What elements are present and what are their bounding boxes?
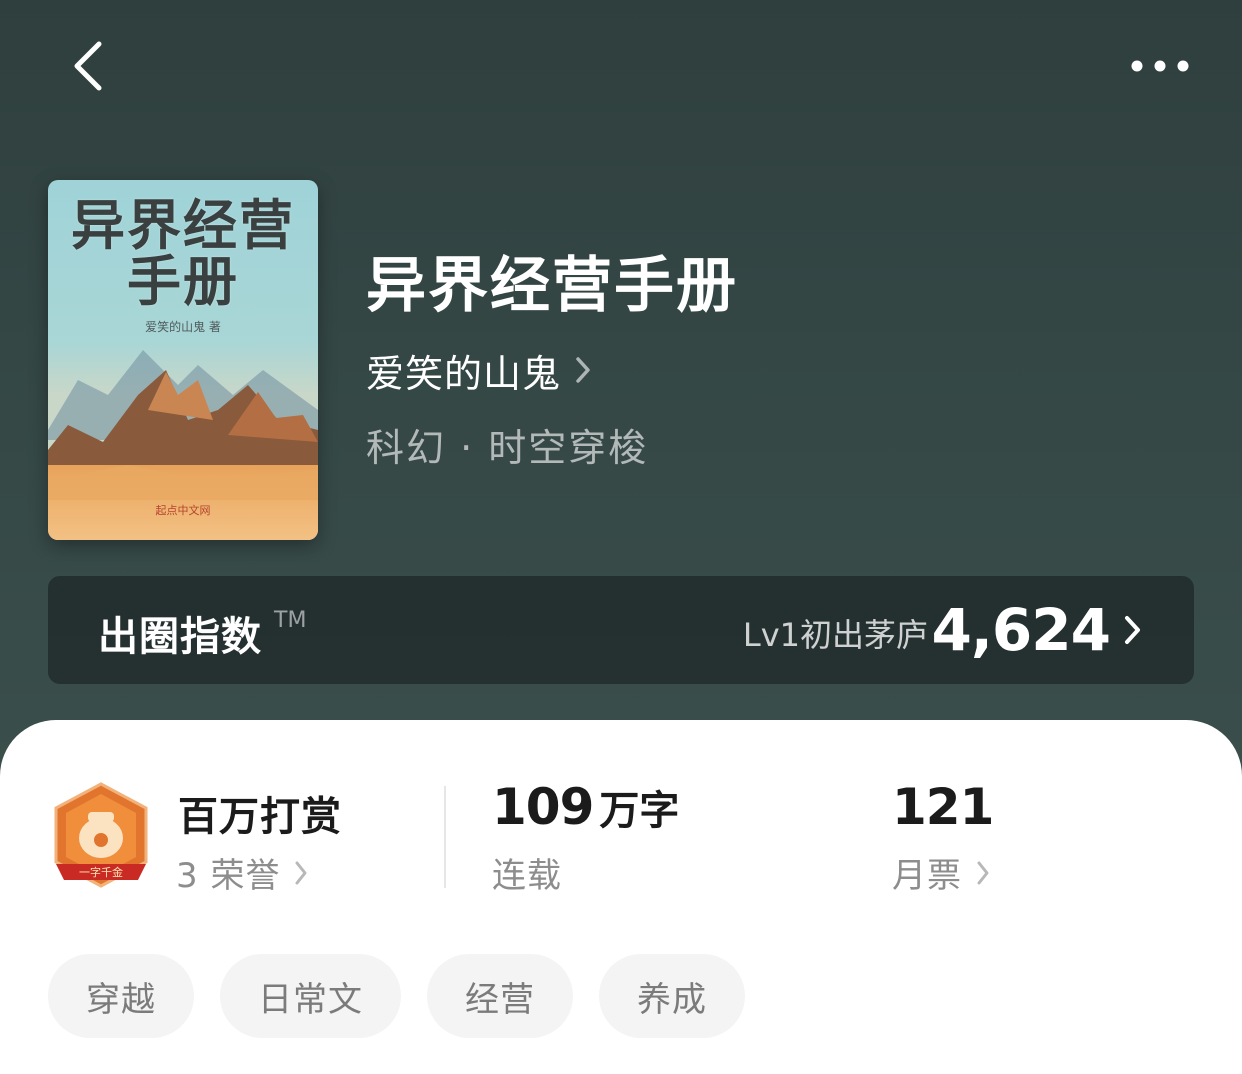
reward-honors-link[interactable]: 3 荣誉 xyxy=(176,848,308,897)
book-genre: 科幻 · 时空穿梭 xyxy=(366,426,649,470)
stat-divider xyxy=(444,786,446,888)
more-dots-icon xyxy=(1131,60,1189,72)
trademark-mark: TM xyxy=(274,608,307,633)
reward-honors-label: 3 荣誉 xyxy=(176,856,281,896)
more-button[interactable] xyxy=(1120,40,1200,92)
tag-chip[interactable]: 经营 xyxy=(427,954,573,1038)
book-title: 异界经营手册 xyxy=(366,251,738,321)
cover-publisher-logo: 起点中文网 xyxy=(155,504,211,517)
tag-list: 穿越 日常文 经营 养成 xyxy=(48,954,745,1038)
book-cover[interactable]: 异界经营手册 爱笑的山鬼 著 起点中文网 xyxy=(48,180,318,540)
tag-chip[interactable]: 日常文 xyxy=(220,954,401,1038)
book-header: 异界经营手册 爱笑的山鬼 著 起点中文网 异界经营手册 爱笑的山鬼 科幻 · 时… xyxy=(0,0,1242,780)
cover-title: 异界经营手册 xyxy=(71,194,295,313)
author-name: 爱笑的山鬼 xyxy=(366,351,562,396)
index-value: 4,624 xyxy=(931,596,1111,664)
chevron-right-icon xyxy=(1125,616,1140,644)
monthly-votes-label: 月票 xyxy=(892,856,962,896)
monthly-votes: 121 xyxy=(892,778,994,836)
word-count-unit: 万字 xyxy=(599,788,680,834)
back-button[interactable] xyxy=(58,36,118,96)
cover-author: 爱笑的山鬼 著 xyxy=(145,320,221,334)
chevron-left-icon xyxy=(74,41,102,91)
monthly-votes-link[interactable]: 月票 xyxy=(892,848,990,897)
chevron-right-icon xyxy=(576,357,590,383)
reward-title: 百万打赏 xyxy=(178,794,342,840)
index-label: 出圈指数 xyxy=(98,614,262,660)
tag-chip[interactable]: 养成 xyxy=(599,954,745,1038)
popularity-index-bar[interactable]: 出圈指数 TM Lv1初出茅庐 4,624 xyxy=(48,576,1194,684)
author-link[interactable]: 爱笑的山鬼 xyxy=(366,344,591,396)
chevron-right-icon xyxy=(977,861,989,884)
reward-badge-icon[interactable]: 一字千金 xyxy=(50,780,152,892)
word-count: 109 万字 xyxy=(492,778,679,836)
serial-status: 连载 xyxy=(492,856,562,896)
index-level: Lv1初出茅庐 xyxy=(742,616,928,654)
word-count-number: 109 xyxy=(492,778,594,836)
badge-text: 一字千金 xyxy=(79,865,123,879)
chevron-right-icon xyxy=(295,861,307,884)
tag-chip[interactable]: 穿越 xyxy=(48,954,194,1038)
monthly-votes-number: 121 xyxy=(892,778,994,836)
